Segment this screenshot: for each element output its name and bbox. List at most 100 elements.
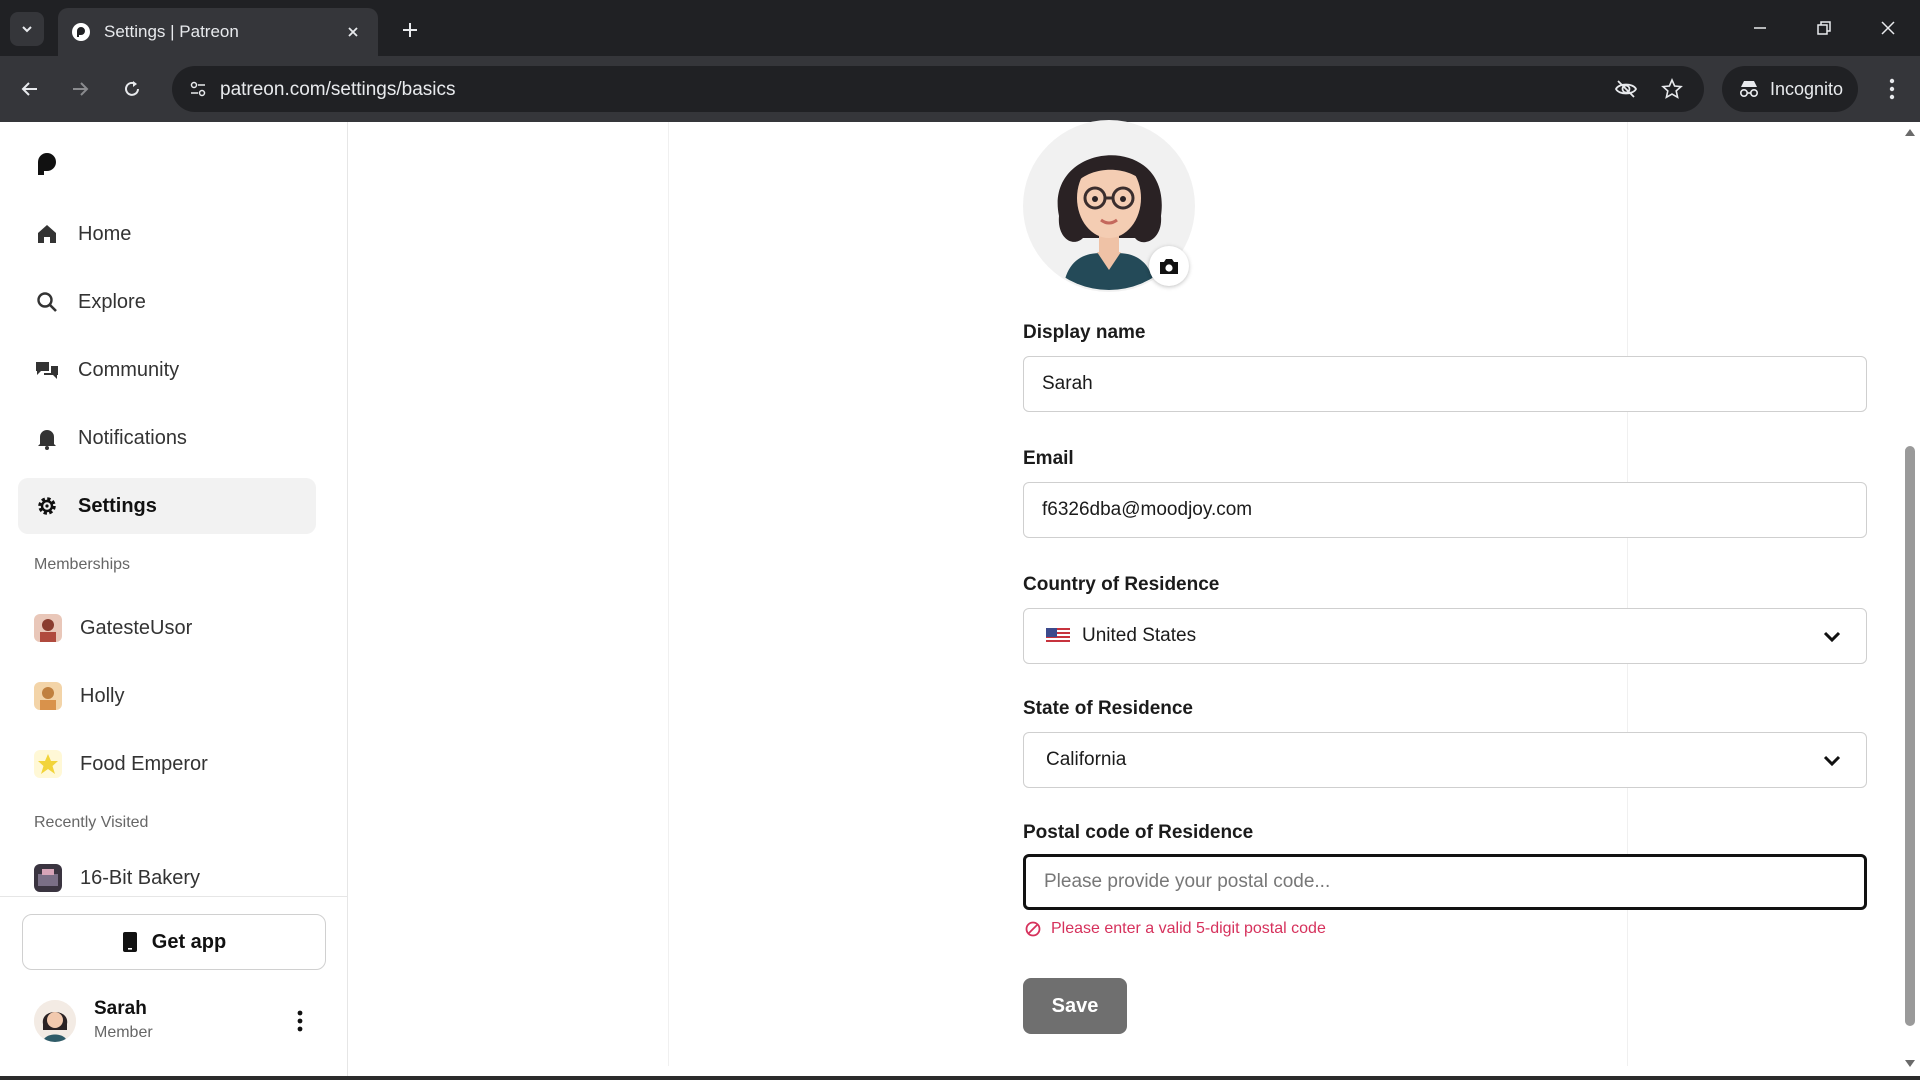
membership-item[interactable]: Holly: [18, 668, 316, 724]
country-value: United States: [1082, 625, 1197, 646]
incognito-label: Incognito: [1770, 78, 1844, 99]
reload-icon: [125, 81, 139, 96]
minimize-button[interactable]: [1738, 10, 1782, 46]
incognito-icon: [1739, 81, 1759, 98]
avatar: [34, 864, 62, 892]
country-selected: United States: [1046, 625, 1196, 647]
get-app-button[interactable]: Get app: [22, 914, 326, 970]
postal-code-error: Please enter a valid 5-digit postal code: [1025, 920, 1326, 938]
plus-icon: [403, 23, 417, 37]
sidebar-item-explore[interactable]: Explore: [18, 274, 316, 330]
membership-item[interactable]: GatesteUsor: [18, 600, 316, 656]
browser-tab[interactable]: Settings | Patreon: [58, 8, 378, 56]
sidebar-item-label: Community: [78, 358, 180, 381]
forward-button[interactable]: [62, 71, 98, 107]
incognito-indicator[interactable]: Incognito: [1722, 66, 1858, 112]
save-button[interactable]: Save: [1023, 978, 1127, 1034]
page-scrollbar[interactable]: [1900, 122, 1920, 1080]
close-icon: [1881, 21, 1895, 35]
patreon-logo-icon[interactable]: [36, 152, 58, 176]
sidebar-item-label: Settings: [78, 494, 157, 517]
star-icon[interactable]: [1658, 75, 1686, 103]
arrow-left-icon: [21, 82, 37, 96]
state-selected: California: [1046, 749, 1126, 771]
email-label: Email: [1023, 448, 1074, 469]
back-button[interactable]: [12, 71, 48, 107]
settings-main: Display name Email Country of Residence …: [348, 120, 1900, 1080]
error-message: Please enter a valid 5-digit postal code: [1051, 920, 1326, 937]
phone-icon: [122, 932, 137, 952]
camera-icon: [1160, 259, 1178, 274]
sidebar: Home Explore Community Notifications Set…: [0, 122, 348, 1080]
country-label: Country of Residence: [1023, 574, 1220, 595]
tab-search-button[interactable]: [10, 12, 44, 46]
site-info-icon[interactable]: [184, 75, 212, 103]
home-icon: [34, 221, 60, 247]
restore-button[interactable]: [1802, 10, 1846, 46]
window-bottom-edge: [0, 1076, 1920, 1080]
change-photo-button[interactable]: [1149, 246, 1189, 286]
user-menu-button[interactable]: [288, 1006, 312, 1036]
postal-code-label: Postal code of Residence: [1023, 822, 1254, 843]
display-name-input[interactable]: [1024, 357, 1866, 411]
sidebar-item-notifications[interactable]: Notifications: [18, 410, 316, 466]
minimize-icon: [1754, 27, 1766, 29]
display-name-label: Display name: [1023, 322, 1146, 343]
email-input[interactable]: [1024, 483, 1866, 537]
us-flag-icon: [1046, 628, 1070, 644]
scroll-up-icon[interactable]: [1904, 126, 1916, 138]
display-name-field: [1023, 356, 1867, 412]
eye-off-icon[interactable]: [1612, 75, 1640, 103]
url-text: patreon.com/settings/basics: [220, 79, 456, 100]
sidebar-item-label: Explore: [78, 290, 146, 313]
recent-label: 16-Bit Bakery: [80, 866, 201, 889]
more-vertical-icon: [1889, 78, 1895, 100]
get-app-label: Get app: [151, 930, 227, 953]
recent-item[interactable]: 16-Bit Bakery: [18, 858, 316, 898]
state-label: State of Residence: [1023, 698, 1193, 719]
current-user: Sarah Member: [34, 996, 324, 1056]
sidebar-divider: [0, 896, 347, 897]
error-icon: [1025, 921, 1041, 937]
sidebar-item-label: Home: [78, 222, 132, 245]
patreon-favicon-icon: [72, 23, 90, 41]
browser-toolbar: patreon.com/settings/basics Incognito: [0, 56, 1920, 122]
postal-code-field: [1023, 854, 1867, 910]
postal-code-input[interactable]: [1026, 857, 1864, 907]
restore-icon: [1817, 21, 1831, 35]
settings-form-card: Display name Email Country of Residence …: [668, 120, 1867, 1066]
state-select[interactable]: California: [1023, 732, 1867, 788]
search-icon: [34, 289, 60, 315]
arrow-right-icon: [73, 82, 89, 96]
close-tab-icon[interactable]: [342, 21, 364, 43]
browser-titlebar: Settings | Patreon: [0, 0, 1920, 56]
membership-label: GatesteUsor: [80, 616, 193, 639]
new-tab-button[interactable]: [394, 14, 426, 46]
user-role: Member: [94, 1024, 153, 1041]
email-field: [1023, 482, 1867, 538]
sidebar-item-home[interactable]: Home: [18, 206, 316, 262]
tab-title: Settings | Patreon: [104, 22, 239, 41]
sidebar-item-settings[interactable]: Settings: [18, 478, 316, 534]
scrollbar-thumb[interactable]: [1905, 446, 1915, 1026]
chevron-down-icon: [22, 26, 32, 33]
recently-visited-heading: Recently Visited: [34, 814, 149, 831]
membership-label: Holly: [80, 684, 125, 707]
chevron-down-icon: [1820, 625, 1844, 649]
avatar[interactable]: [34, 1000, 76, 1042]
membership-item[interactable]: Food Emperor: [18, 736, 316, 792]
avatar: [34, 682, 62, 710]
avatar: [34, 750, 62, 778]
state-value: California: [1046, 749, 1127, 770]
scroll-down-icon[interactable]: [1904, 1058, 1916, 1070]
memberships-heading: Memberships: [34, 556, 131, 573]
close-window-button[interactable]: [1866, 10, 1910, 46]
sidebar-item-community[interactable]: Community: [18, 342, 316, 398]
country-select[interactable]: United States: [1023, 608, 1867, 664]
reload-button[interactable]: [114, 71, 150, 107]
address-bar[interactable]: patreon.com/settings/basics: [172, 66, 1704, 112]
user-name: Sarah: [94, 998, 147, 1019]
chat-bubbles-icon: [34, 357, 60, 383]
browser-menu-button[interactable]: [1874, 71, 1910, 107]
chevron-down-icon: [1820, 749, 1844, 773]
